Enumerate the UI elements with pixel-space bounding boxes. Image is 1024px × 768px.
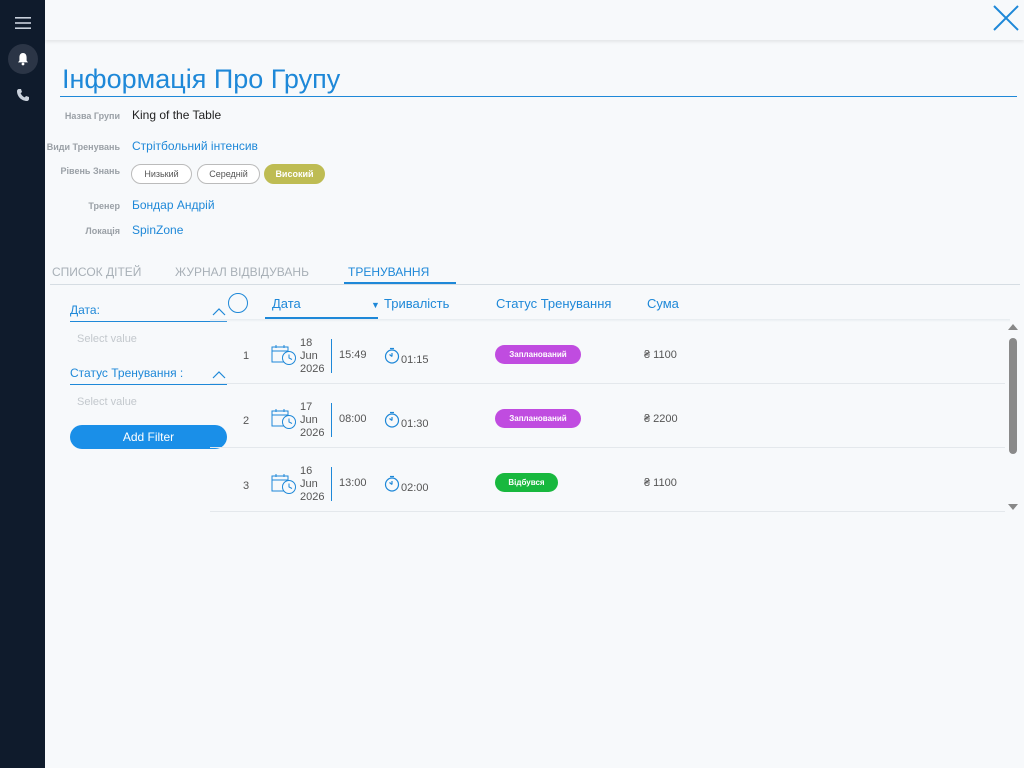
phone-icon[interactable] xyxy=(8,80,38,110)
status-badge: Запланований xyxy=(495,409,581,428)
chevron-up-icon[interactable] xyxy=(212,308,226,316)
sum-value: ₴ 1100 xyxy=(644,349,677,361)
tabs-divider xyxy=(50,284,1020,285)
column-sum[interactable]: Сума xyxy=(647,296,679,311)
tab-attendance-log[interactable]: ЖУРНАЛ ВІДВІДУВАНЬ xyxy=(175,265,309,279)
bell-icon[interactable] xyxy=(8,44,38,74)
active-tab-indicator xyxy=(344,282,456,284)
row-divider xyxy=(210,447,1005,448)
knowledge-level-label: Рівень Знань xyxy=(60,166,120,176)
date-year: 2026 xyxy=(300,363,325,375)
duration-value: 02:00 xyxy=(401,482,429,494)
date-separator xyxy=(331,467,332,501)
status-badge: Запланований xyxy=(495,345,581,364)
tab-children-list[interactable]: СПИСОК ДІТЕЙ xyxy=(52,265,141,279)
header-shadow xyxy=(210,319,1010,322)
row-number: 2 xyxy=(243,415,250,427)
sort-desc-icon[interactable]: ▼ xyxy=(371,300,380,310)
column-date[interactable]: Дата xyxy=(272,296,301,311)
date-month: Jun xyxy=(300,350,318,362)
time-value: 13:00 xyxy=(339,477,367,489)
calendar-icon xyxy=(271,345,296,365)
timer-icon xyxy=(384,411,400,428)
group-name-label: Назва Групи xyxy=(64,111,120,121)
row-divider xyxy=(210,511,1005,512)
training-types-value[interactable]: Стрітбольний інтенсив xyxy=(132,139,258,153)
date-day: 18 xyxy=(300,337,313,349)
add-filter-button[interactable]: Add Filter xyxy=(70,425,227,449)
scroll-up-arrow[interactable] xyxy=(1008,324,1018,330)
status-badge: Відбувся xyxy=(495,473,558,492)
row-number: 1 xyxy=(243,350,250,362)
status-filter-label[interactable]: Статус Тренування : xyxy=(70,366,183,380)
sum-value: ₴ 2200 xyxy=(644,413,678,425)
page-title: Інформація Про Групу xyxy=(62,64,341,94)
date-month: Jun xyxy=(300,414,318,426)
timer-icon xyxy=(384,347,400,364)
training-types-label: Види Тренувань xyxy=(46,142,120,152)
level-medium-button[interactable]: Середній xyxy=(197,164,260,184)
date-filter-label[interactable]: Дата: xyxy=(70,303,100,317)
column-status[interactable]: Статус Тренування xyxy=(496,296,611,311)
row-divider xyxy=(210,383,1005,384)
location-value[interactable]: SpinZone xyxy=(132,223,183,237)
sidebar xyxy=(0,0,45,768)
scrollbar-thumb[interactable] xyxy=(1009,338,1017,454)
time-value: 08:00 xyxy=(339,413,367,425)
date-year: 2026 xyxy=(300,427,325,439)
date-day: 17 xyxy=(300,401,313,413)
status-filter-select[interactable]: Select value xyxy=(77,396,137,408)
group-name-value: King of the Table xyxy=(132,108,222,122)
row-number: 3 xyxy=(243,480,250,492)
duration-value: 01:15 xyxy=(401,354,429,366)
menu-icon[interactable] xyxy=(8,8,38,38)
level-low-button[interactable]: Низький xyxy=(131,164,192,184)
duration-value: 01:30 xyxy=(401,418,429,430)
sum-value: ₴ 1100 xyxy=(644,477,677,489)
calendar-icon xyxy=(271,409,296,429)
select-all-checkbox[interactable] xyxy=(228,293,248,313)
scroll-down-arrow[interactable] xyxy=(1008,504,1018,510)
timer-icon xyxy=(384,475,400,492)
close-icon[interactable] xyxy=(992,4,1020,32)
coach-value[interactable]: Бондар Андрій xyxy=(132,198,215,212)
title-underline xyxy=(60,96,1017,97)
date-separator xyxy=(331,339,332,373)
date-filter-select[interactable]: Select value xyxy=(77,333,137,345)
chevron-up-icon[interactable] xyxy=(212,371,226,379)
level-high-button[interactable]: Високий xyxy=(264,164,325,184)
date-month: Jun xyxy=(300,478,318,490)
calendar-icon xyxy=(271,474,296,494)
tab-trainings[interactable]: ТРЕНУВАННЯ xyxy=(348,265,429,279)
location-label: Локація xyxy=(85,226,120,236)
status-filter-underline xyxy=(70,384,227,385)
coach-label: Тренер xyxy=(88,201,120,211)
time-value: 15:49 xyxy=(339,349,367,361)
date-year: 2026 xyxy=(300,491,325,503)
date-filter-underline xyxy=(70,321,227,322)
top-bar xyxy=(45,0,1024,40)
column-duration[interactable]: Тривалість xyxy=(384,296,449,311)
date-separator xyxy=(331,403,332,437)
date-day: 16 xyxy=(300,465,313,477)
